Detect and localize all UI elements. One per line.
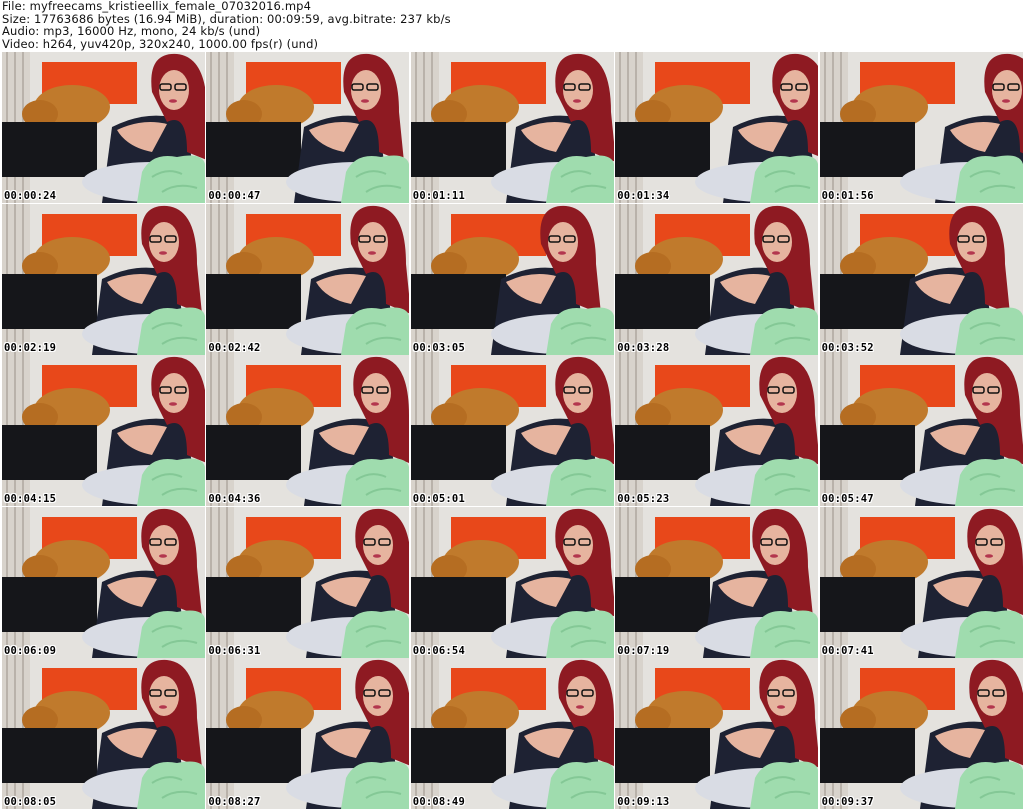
frame-image (2, 203, 205, 355)
frame-image (410, 658, 614, 810)
frame-image (819, 506, 1023, 658)
file-info-header: File: myfreecams_kristieellix_female_070… (2, 0, 1002, 50)
timestamp-label: 00:03:05 (412, 341, 465, 354)
frame-image (2, 355, 205, 507)
frame-image (2, 52, 205, 203)
timestamp-label: 00:09:13 (617, 796, 670, 809)
frame-image (206, 658, 410, 810)
audio-info: Audio: mp3, 16000 Hz, mono, 24 kb/s (und… (2, 24, 261, 39)
video-thumbnail: 00:05:01 (410, 355, 614, 507)
video-thumbnail: 00:01:11 (410, 52, 614, 203)
timestamp-label: 00:01:56 (821, 190, 874, 202)
video-thumbnail: 00:08:49 (410, 658, 614, 810)
thumbnail-grid: 00:00:24 00:00:47 00:01:11 00:01:34 00:01:56… (0, 52, 1024, 811)
video-thumbnail: 00:00:47 (206, 52, 410, 203)
timestamp-label: 00:01:34 (617, 190, 670, 202)
video-thumbnail: 00:08:05 (2, 658, 205, 810)
timestamp-label: 00:05:47 (821, 493, 874, 506)
frame-image (410, 506, 614, 658)
frame-image (206, 203, 410, 355)
timestamp-label: 00:04:15 (4, 493, 57, 506)
frame-image (615, 355, 819, 507)
timestamp-label: 00:08:49 (412, 796, 465, 809)
frame-image (615, 52, 819, 203)
video-thumbnail: 00:06:54 (410, 506, 614, 658)
video-thumbnail: 00:06:09 (2, 506, 205, 658)
file-name: File: myfreecams_kristieellix_female_070… (2, 0, 312, 13)
video-thumbnail: 00:07:41 (819, 506, 1023, 658)
timestamp-label: 00:07:19 (617, 644, 670, 657)
frame-image (206, 355, 410, 507)
timestamp-label: 00:02:19 (4, 341, 57, 354)
timestamp-label: 00:04:36 (208, 493, 261, 506)
video-thumbnail: 00:08:27 (206, 658, 410, 810)
frame-image (410, 203, 614, 355)
video-thumbnail: 00:05:23 (615, 355, 819, 507)
timestamp-label: 00:05:23 (617, 493, 670, 506)
frame-image (615, 658, 819, 810)
video-thumbnail: 00:03:52 (819, 203, 1023, 355)
frame-image (819, 203, 1023, 355)
frame-image (615, 203, 819, 355)
video-thumbnail: 00:09:37 (819, 658, 1023, 810)
frame-image (819, 355, 1023, 507)
video-thumbnail: 00:01:34 (615, 52, 819, 203)
video-thumbnail: 00:03:28 (615, 203, 819, 355)
frame-image (2, 658, 205, 810)
timestamp-label: 00:08:05 (4, 796, 57, 809)
frame-image (410, 355, 614, 507)
timestamp-label: 00:03:28 (617, 341, 670, 354)
timestamp-label: 00:05:01 (412, 493, 465, 506)
video-thumbnail: 00:04:36 (206, 355, 410, 507)
frame-image (2, 506, 205, 658)
video-thumbnail: 00:09:13 (615, 658, 819, 810)
timestamp-label: 00:06:09 (4, 644, 57, 657)
frame-image (615, 506, 819, 658)
timestamp-label: 00:09:37 (821, 796, 874, 809)
video-thumbnail: 00:00:24 (2, 52, 205, 203)
timestamp-label: 00:01:11 (412, 190, 465, 202)
video-thumbnail: 00:07:19 (615, 506, 819, 658)
video-thumbnail: 00:02:42 (206, 203, 410, 355)
frame-image (206, 52, 410, 203)
video-thumbnail: 00:01:56 (819, 52, 1023, 203)
timestamp-label: 00:03:52 (821, 341, 874, 354)
video-thumbnail: 00:06:31 (206, 506, 410, 658)
frame-image (819, 658, 1023, 810)
timestamp-label: 00:02:42 (208, 341, 261, 354)
timestamp-label: 00:00:47 (208, 190, 261, 202)
frame-image (819, 52, 1023, 203)
frame-image (206, 506, 410, 658)
timestamp-label: 00:08:27 (208, 796, 261, 809)
video-info: Video: h264, yuv420p, 320x240, 1000.00 f… (2, 36, 319, 51)
timestamp-label: 00:06:54 (412, 644, 465, 657)
timestamp-label: 00:06:31 (208, 644, 261, 657)
video-thumbnail: 00:04:15 (2, 355, 205, 507)
timestamp-label: 00:07:41 (821, 644, 874, 657)
timestamp-label: 00:00:24 (4, 190, 57, 202)
frame-image (410, 52, 614, 203)
video-thumbnail: 00:05:47 (819, 355, 1023, 507)
video-thumbnail: 00:02:19 (2, 203, 205, 355)
video-thumbnail: 00:03:05 (410, 203, 614, 355)
